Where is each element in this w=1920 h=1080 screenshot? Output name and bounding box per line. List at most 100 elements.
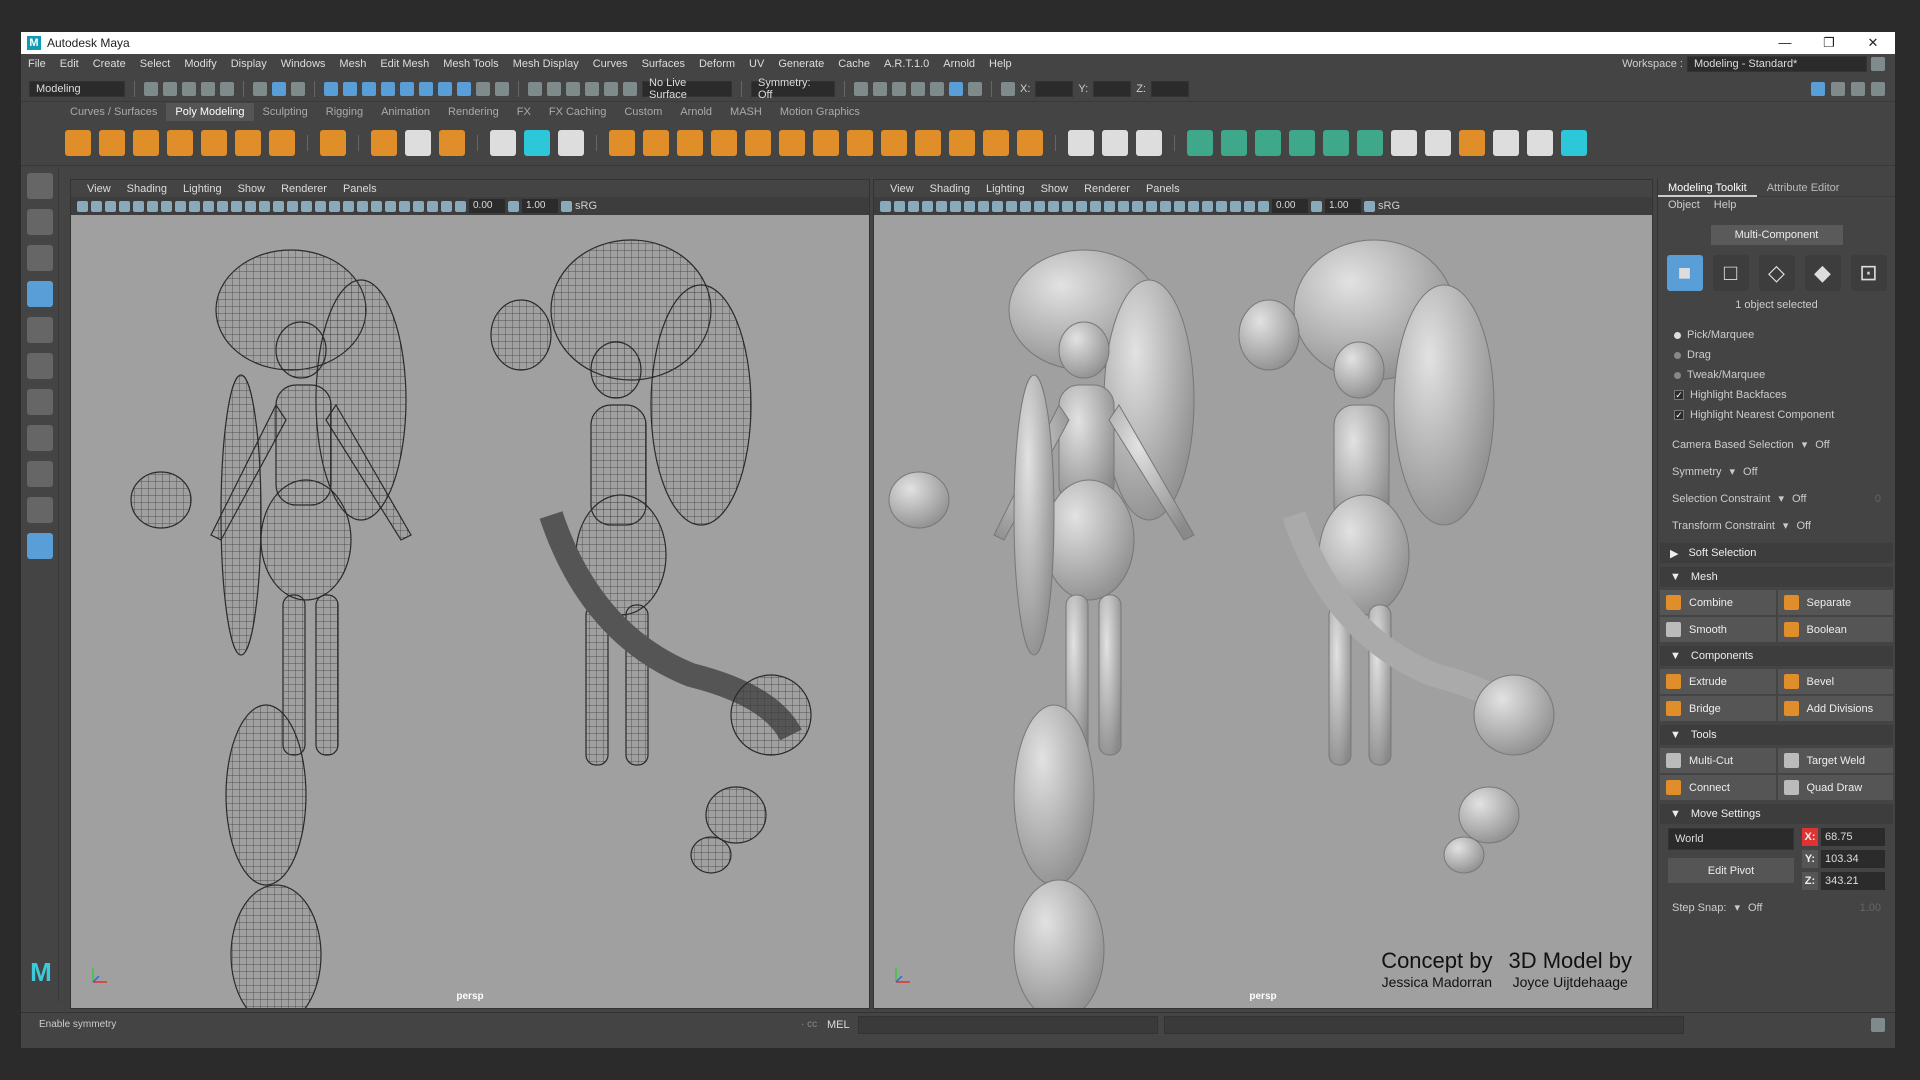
connect-button[interactable]: Connect: [1660, 775, 1776, 800]
custom-5-icon[interactable]: [1459, 130, 1485, 156]
gate-mask-icon[interactable]: [1006, 200, 1017, 212]
snap-projected-icon[interactable]: [585, 81, 599, 96]
pin-icon[interactable]: [1493, 130, 1519, 156]
x-axis-label[interactable]: X:: [1802, 828, 1818, 846]
hypershade-icon[interactable]: [930, 81, 944, 96]
tools-section[interactable]: ▼ Tools: [1660, 725, 1893, 745]
edge-loop-icon[interactable]: [1102, 130, 1128, 156]
poly-disc-icon[interactable]: [269, 130, 295, 156]
gamma-icon[interactable]: [1311, 200, 1322, 212]
uv-spherical-icon[interactable]: [1255, 130, 1281, 156]
viewport-menu-show[interactable]: Show: [230, 183, 274, 195]
camera-attributes-icon[interactable]: [91, 200, 102, 212]
close-button[interactable]: ✕: [1851, 32, 1895, 54]
use-default-material-icon[interactable]: [273, 200, 284, 212]
motion-blur-icon[interactable]: [357, 200, 368, 212]
viewport-menu-shading[interactable]: Shading: [922, 183, 978, 195]
xray-icon[interactable]: [413, 200, 424, 212]
single-pane-layout-icon[interactable]: [26, 425, 53, 451]
live-surface-field[interactable]: No Live Surface: [642, 77, 732, 101]
menu-surfaces[interactable]: Surfaces: [635, 58, 692, 70]
extract-icon[interactable]: [677, 130, 703, 156]
boolean-union-icon[interactable]: [745, 130, 771, 156]
screen-space-ao-icon[interactable]: [343, 200, 354, 212]
shelf-tab-rendering[interactable]: Rendering: [439, 103, 508, 121]
grease-pencil-icon[interactable]: [950, 200, 961, 212]
viewport-menu-view[interactable]: View: [882, 183, 922, 195]
make-hole-icon[interactable]: [915, 130, 941, 156]
viewport-menu-lighting[interactable]: Lighting: [175, 183, 230, 195]
menu-modify[interactable]: Modify: [177, 58, 223, 70]
uv-planar-icon[interactable]: [1187, 130, 1213, 156]
toolkit-menu-object[interactable]: Object: [1668, 199, 1700, 211]
mask-misc-icon[interactable]: [457, 81, 471, 96]
menu-generate[interactable]: Generate: [771, 58, 831, 70]
highlight-selection-icon[interactable]: [495, 81, 509, 96]
menu-art[interactable]: A.R.T.1.0: [877, 58, 936, 70]
color-management-icon[interactable]: [561, 200, 572, 212]
xray-components-icon[interactable]: [1244, 200, 1255, 212]
skull-icon[interactable]: [1527, 130, 1553, 156]
viewport-menu-lighting[interactable]: Lighting: [978, 183, 1033, 195]
xray-icon[interactable]: [1216, 200, 1227, 212]
vertex-mode-icon[interactable]: □: [1712, 255, 1749, 291]
mask-rendering-icon[interactable]: [438, 81, 452, 96]
y-axis-label[interactable]: Y:: [1802, 850, 1818, 868]
field-chart-icon[interactable]: [217, 200, 228, 212]
bevel-button[interactable]: Bevel: [1777, 669, 1893, 694]
menu-mesh[interactable]: Mesh: [332, 58, 373, 70]
viewport-menu-panels[interactable]: Panels: [335, 183, 385, 195]
isolate-select-icon[interactable]: [1202, 200, 1213, 212]
new-scene-icon[interactable]: [144, 81, 158, 96]
separate-shelf-icon[interactable]: [643, 130, 669, 156]
poly-cube-icon[interactable]: [99, 130, 125, 156]
shelf-tab-motion-graphics[interactable]: Motion Graphics: [771, 103, 869, 121]
outliner-layout-icon[interactable]: [26, 533, 53, 559]
z-axis-label[interactable]: Z:: [1802, 872, 1818, 890]
mask-joints-icon[interactable]: [343, 81, 357, 96]
two-pane-layout-icon[interactable]: [26, 497, 53, 523]
anti-aliasing-icon[interactable]: [371, 200, 382, 212]
pause-icon[interactable]: [968, 81, 982, 96]
menu-curves[interactable]: Curves: [586, 58, 635, 70]
fill-hole-icon[interactable]: [881, 130, 907, 156]
wireframe-icon[interactable]: [1048, 200, 1059, 212]
restore-button[interactable]: ❐: [1807, 32, 1851, 54]
viewport-menu-shading[interactable]: Shading: [119, 183, 175, 195]
use-default-material-icon[interactable]: [1076, 200, 1087, 212]
smooth-shade-icon[interactable]: [259, 200, 270, 212]
undo-icon[interactable]: [201, 81, 215, 96]
command-language-toggle[interactable]: MEL: [819, 1019, 858, 1031]
resolution-gate-icon[interactable]: [189, 200, 200, 212]
gate-mask-icon[interactable]: [203, 200, 214, 212]
viewport-menu-renderer[interactable]: Renderer: [1076, 183, 1138, 195]
menu-set-dropdown[interactable]: Modeling: [29, 80, 125, 97]
depth-of-field-icon[interactable]: [385, 200, 396, 212]
poly-text-icon[interactable]: [405, 130, 431, 156]
textured-icon[interactable]: [301, 200, 312, 212]
color-management-icon[interactable]: [1364, 200, 1375, 212]
shelf-tab-poly-modeling[interactable]: Poly Modeling: [166, 103, 254, 121]
combine-shelf-icon[interactable]: [609, 130, 635, 156]
menu-uv[interactable]: UV: [742, 58, 771, 70]
uv-mode-icon[interactable]: ⊡: [1850, 255, 1887, 291]
extrude-button[interactable]: Extrude: [1660, 669, 1776, 694]
lasso-tool-icon[interactable]: [26, 209, 53, 235]
uv-editor-icon[interactable]: [524, 130, 550, 156]
components-section[interactable]: ▼ Components: [1660, 646, 1893, 666]
select-component-icon[interactable]: [291, 81, 305, 96]
exposure-icon[interactable]: [1258, 200, 1269, 212]
selection-constraint-setting[interactable]: Selection Constraint ▾ Off 0: [1658, 485, 1895, 512]
uv-automatic-icon[interactable]: [1289, 130, 1315, 156]
menu-help[interactable]: Help: [982, 58, 1019, 70]
menu-edit[interactable]: Edit: [53, 58, 86, 70]
smooth-button[interactable]: Smooth: [1660, 617, 1776, 642]
quad-draw-button[interactable]: Quad Draw: [1777, 775, 1893, 800]
shelf-tab-curves-surfaces[interactable]: Curves / Surfaces: [61, 103, 166, 121]
menu-select[interactable]: Select: [133, 58, 178, 70]
arnold-render-icon[interactable]: [949, 81, 963, 96]
wireframe-on-shaded-icon[interactable]: [1090, 200, 1101, 212]
z-input[interactable]: [1150, 80, 1189, 97]
ipr-render-icon[interactable]: [892, 81, 906, 96]
save-scene-icon[interactable]: [182, 81, 196, 96]
